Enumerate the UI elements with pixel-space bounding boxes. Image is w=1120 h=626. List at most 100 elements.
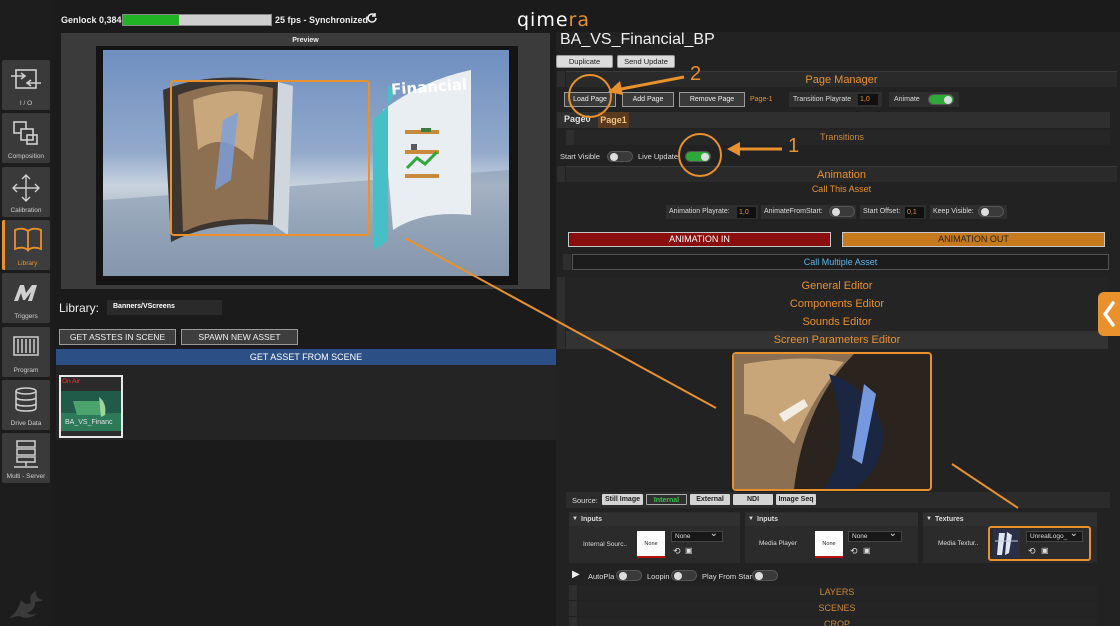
texture-thumbnail[interactable]: [993, 529, 1020, 558]
media-inputs-header[interactable]: Inputs: [745, 513, 918, 526]
spawn-new-asset-button[interactable]: SPAWN NEW ASSET: [181, 329, 298, 345]
sidebar-item-calibration[interactable]: Calibration: [2, 167, 50, 217]
transition-playrate-value[interactable]: 1,0: [858, 94, 878, 105]
section-collapse-handle[interactable]: [557, 166, 565, 182]
tab-external[interactable]: External: [690, 494, 730, 505]
sounds-editor-header[interactable]: Sounds Editor: [566, 313, 1108, 331]
section-collapse-handle[interactable]: [557, 71, 565, 87]
looping-label: Loopin: [647, 572, 670, 581]
send-update-button[interactable]: Send Update: [617, 55, 675, 68]
sidebar-item-label: Multi - Server: [6, 473, 46, 480]
tab-page1[interactable]: Page1: [598, 112, 629, 128]
section-collapse-handle[interactable]: [569, 585, 577, 600]
reset-arrow-icon[interactable]: ⟲: [673, 546, 681, 557]
preview-highlight: [170, 80, 370, 236]
app-logo: qimera: [517, 9, 590, 31]
duplicate-button[interactable]: Duplicate: [556, 55, 613, 68]
animation-playrate-value[interactable]: 1,0: [737, 207, 756, 218]
components-editor-header[interactable]: Components Editor: [566, 295, 1108, 313]
section-collapse-handle[interactable]: [557, 277, 565, 295]
load-page-button[interactable]: Load Page: [564, 92, 616, 107]
sidebar-item-multi-server[interactable]: Multi - Server: [2, 433, 50, 483]
section-collapse-handle[interactable]: [566, 130, 574, 145]
screen-parameters-editor-header[interactable]: Screen Parameters Editor: [566, 331, 1108, 349]
browse-icon[interactable]: ▣: [863, 546, 871, 555]
autoplay-toggle[interactable]: [616, 570, 642, 581]
section-collapse-handle[interactable]: [557, 331, 565, 349]
sidebar-item-library[interactable]: Library: [2, 220, 50, 270]
add-page-button[interactable]: Add Page: [622, 92, 674, 107]
play-from-start-label: Play From Star: [702, 572, 753, 581]
sidebar-item-label: Drive Data: [10, 420, 42, 427]
reset-arrow-icon[interactable]: ⟲: [850, 546, 858, 557]
scenes-header[interactable]: SCENES: [577, 601, 1097, 616]
sidebar-item-composition[interactable]: Composition: [2, 113, 50, 163]
start-offset-value[interactable]: 0,1: [905, 207, 924, 218]
tab-still-image[interactable]: Still Image: [602, 494, 643, 505]
annotation-number-2: 2: [690, 63, 702, 85]
media-player-swatch[interactable]: None: [815, 531, 843, 558]
animation-in-button[interactable]: ANIMATION IN: [568, 232, 831, 247]
page-manager-header[interactable]: Page Manager: [566, 71, 1117, 87]
section-collapse-handle[interactable]: [569, 617, 577, 626]
library-empty-area: [52, 440, 558, 626]
section-collapse-handle[interactable]: [557, 313, 565, 331]
keep-visible-toggle[interactable]: [978, 206, 1004, 217]
reset-arrow-icon[interactable]: ⟲: [1028, 546, 1036, 557]
book-icon: [13, 227, 42, 252]
genlock-meter-fill: [123, 15, 180, 25]
textures-header[interactable]: Textures: [923, 513, 1097, 526]
animation-playrate-label: Animation Playrate:: [669, 208, 730, 215]
tab-page0[interactable]: Page0: [564, 114, 591, 124]
remove-page-button[interactable]: Remove Page: [679, 92, 745, 107]
screen-texture-image: [734, 354, 930, 489]
calibration-icon: [12, 174, 40, 202]
media-player-dropdown[interactable]: None: [848, 529, 902, 542]
internal-source-label: Internal Sourc..: [583, 541, 628, 548]
section-collapse-handle[interactable]: [569, 601, 577, 616]
annotation-number-1: 1: [788, 135, 800, 157]
looping-toggle[interactable]: [671, 570, 697, 581]
live-update-label: Live Update: [638, 152, 679, 161]
transition-playrate-field: Transition Playrate 1,0: [789, 92, 882, 107]
sidebar-item-drive-data[interactable]: Drive Data: [2, 380, 50, 430]
asset-name: BA_VS_Financ: [65, 419, 113, 426]
transitions-header[interactable]: Transitions: [574, 130, 1110, 145]
sidebar-item-label: Composition: [7, 153, 45, 160]
play-icon[interactable]: ▶: [572, 569, 580, 580]
animate-toggle[interactable]: [928, 94, 954, 105]
internal-inputs-header[interactable]: Inputs: [569, 513, 740, 526]
browse-icon[interactable]: ▣: [685, 546, 693, 555]
sidebar-item-program[interactable]: Program: [2, 327, 50, 377]
animation-header[interactable]: Animation: [566, 166, 1117, 182]
panel-collapse-tab[interactable]: [1098, 292, 1120, 336]
animation-playrate-field: Animation Playrate: 1,0: [666, 205, 758, 219]
crop-header[interactable]: CROP: [577, 617, 1097, 626]
get-asset-from-scene-button[interactable]: GET ASSET FROM SCENE: [56, 349, 556, 365]
library-path-field[interactable]: Banners/VScreens: [107, 300, 222, 315]
internal-source-dropdown[interactable]: None: [671, 529, 723, 542]
internal-source-swatch[interactable]: None: [637, 531, 665, 558]
tab-image-seq[interactable]: Image Seq: [776, 494, 816, 505]
browse-icon[interactable]: ▣: [1041, 546, 1049, 555]
live-update-toggle[interactable]: [685, 151, 711, 162]
layers-header[interactable]: LAYERS: [577, 585, 1097, 600]
texture-dropdown[interactable]: UnrealLogo_: [1026, 529, 1083, 542]
sidebar-item-triggers[interactable]: Triggers: [2, 273, 50, 323]
general-editor-header[interactable]: General Editor: [566, 277, 1108, 295]
tab-internal[interactable]: Internal: [646, 494, 687, 505]
server-icon: [14, 440, 38, 468]
media-player-label: Media Player: [759, 540, 797, 547]
animate-from-start-toggle[interactable]: [829, 206, 855, 217]
section-collapse-handle[interactable]: [557, 295, 565, 313]
left-sidebar: I / O Composition Calibration Library Tr…: [0, 0, 52, 626]
sidebar-item-io[interactable]: I / O: [2, 60, 50, 110]
start-visible-toggle[interactable]: [607, 151, 633, 162]
animation-out-button[interactable]: ANIMATION OUT: [842, 232, 1105, 247]
get-assets-in-scene-button[interactable]: GET ASSTES IN SCENE: [59, 329, 176, 345]
section-collapse-handle[interactable]: [563, 254, 571, 270]
refresh-icon[interactable]: [366, 12, 378, 24]
call-multiple-asset-header[interactable]: Call Multiple Asset: [572, 254, 1109, 270]
tab-ndi[interactable]: NDI: [733, 494, 773, 505]
play-from-start-toggle[interactable]: [752, 570, 778, 581]
